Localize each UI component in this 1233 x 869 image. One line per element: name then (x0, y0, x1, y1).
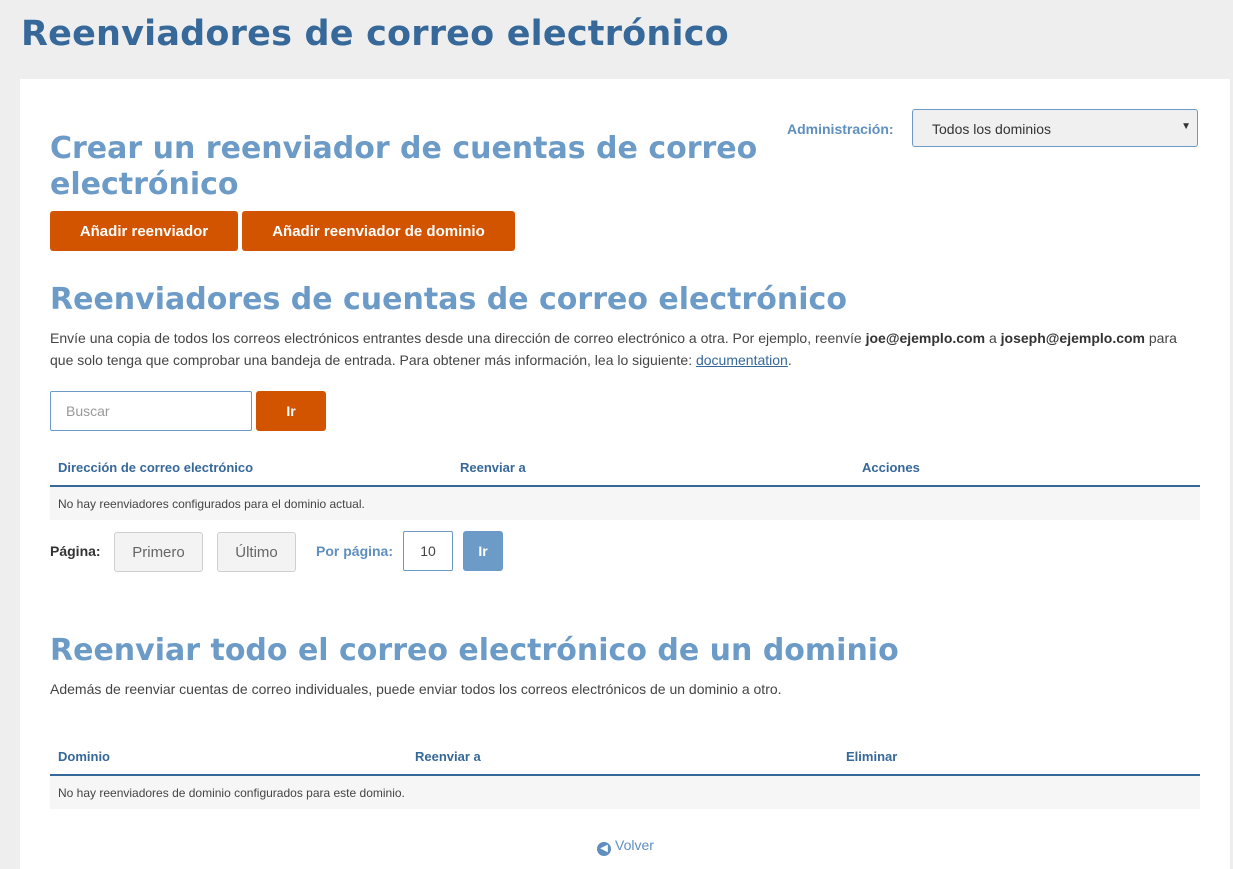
example-email-to: joseph@ejemplo.com (1000, 330, 1145, 346)
table-row: No hay reenviadores de dominio configura… (50, 775, 1200, 809)
add-domain-forwarder-button[interactable]: Añadir reenviador de dominio (242, 211, 515, 251)
create-forwarder-heading: Crear un reenviador de cuentas de correo… (50, 131, 758, 202)
column-domain[interactable]: Dominio (50, 738, 407, 776)
column-actions: Acciones (854, 449, 1200, 487)
administration-label: Administración: (787, 121, 894, 137)
per-page-label: Por página: (316, 543, 394, 559)
domain-select-value: Todos los dominios (932, 121, 1052, 137)
column-forward-to[interactable]: Reenviar a (452, 449, 854, 487)
domain-forwarders-table: Dominio Reenviar a Eliminar No hay reenv… (50, 738, 1200, 809)
table-header-row: Dominio Reenviar a Eliminar (50, 738, 1200, 776)
domain-select[interactable]: Todos los dominios ▼ (912, 109, 1198, 147)
last-page-button[interactable]: Último (217, 532, 296, 572)
back-label: Volver (615, 837, 654, 853)
page-title: Reenviadores de correo electrónico (21, 14, 729, 54)
column-email-address[interactable]: Dirección de correo electrónico (50, 449, 452, 487)
back-link[interactable]: ◀ Volver (597, 837, 654, 856)
domain-forwarding-description: Además de reenviar cuentas de correo ind… (50, 681, 782, 697)
search-go-button[interactable]: Ir (256, 391, 326, 431)
account-forwarders-table: Dirección de correo electrónico Reenviar… (50, 449, 1200, 520)
add-forwarder-button[interactable]: Añadir reenviador (50, 211, 238, 251)
chevron-down-icon: ▼ (1181, 121, 1191, 132)
empty-message: No hay reenviadores configurados para el… (50, 486, 1200, 520)
pagination-label: Página: (50, 543, 101, 559)
domain-forwarding-heading: Reenviar todo el correo electrónico de u… (50, 633, 899, 668)
table-header-row: Dirección de correo electrónico Reenviar… (50, 449, 1200, 487)
account-forwarders-heading: Reenviadores de cuentas de correo electr… (50, 282, 847, 317)
first-page-button[interactable]: Primero (114, 532, 203, 572)
per-page-go-button[interactable]: Ir (463, 531, 503, 571)
arrow-left-circle-icon: ◀ (597, 842, 611, 856)
account-forwarders-description: Envíe una copia de todos los correos ele… (50, 330, 1177, 368)
empty-message: No hay reenviadores de dominio configura… (50, 775, 1200, 809)
search-placeholder: Buscar (66, 403, 110, 419)
per-page-input[interactable]: 10 (403, 531, 453, 571)
example-email-from: joe@ejemplo.com (865, 330, 986, 346)
table-row: No hay reenviadores configurados para el… (50, 486, 1200, 520)
search-input[interactable]: Buscar (50, 391, 252, 431)
main-panel: Administración: Todos los dominios ▼ Cre… (20, 79, 1230, 869)
documentation-link[interactable]: documentation (696, 352, 788, 368)
column-forward-to[interactable]: Reenviar a (407, 738, 838, 776)
column-delete: Eliminar (838, 738, 1200, 776)
